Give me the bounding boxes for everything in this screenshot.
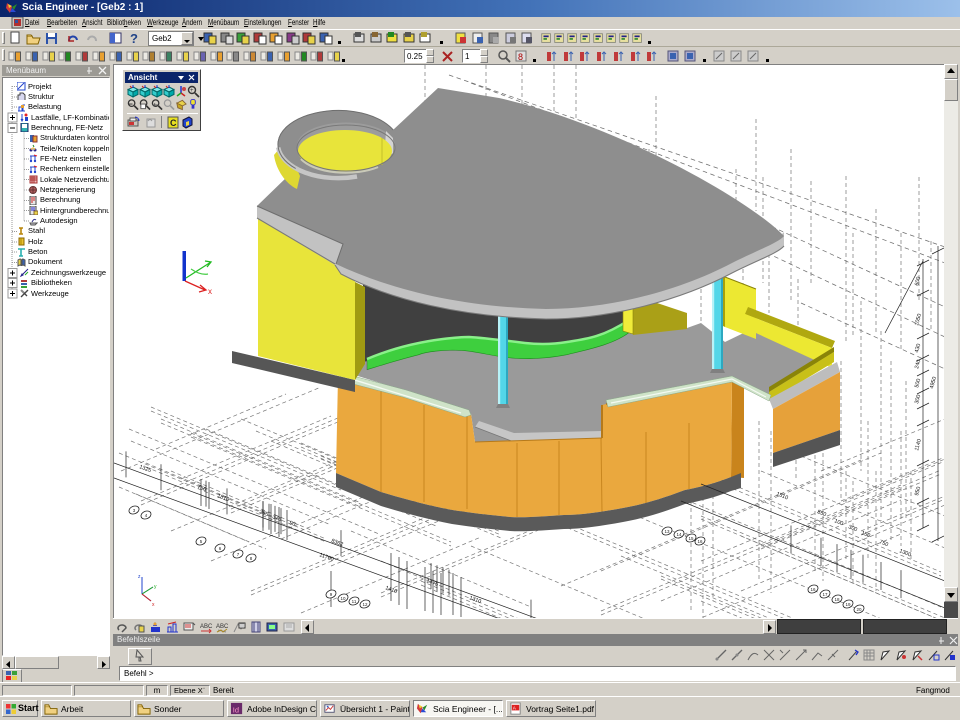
svg-text:x: x — [152, 602, 155, 608]
svg-text:8: 8 — [518, 52, 523, 62]
svg-text:1510: 1510 — [775, 491, 789, 501]
svg-text:500: 500 — [914, 378, 922, 388]
svg-text:Id: Id — [233, 705, 239, 714]
svg-text:750: 750 — [878, 539, 889, 548]
svg-text:18: 18 — [834, 597, 840, 602]
svg-text:950: 950 — [914, 486, 922, 496]
svg-text:x: x — [208, 287, 212, 296]
svg-text:z: z — [138, 574, 141, 580]
svg-text:4950: 4950 — [929, 376, 938, 389]
svg-text:430: 430 — [914, 343, 922, 353]
svg-text:+: + — [190, 88, 194, 94]
svg-text:ABC: ABC — [200, 624, 213, 630]
svg-text:1300: 1300 — [898, 548, 912, 558]
svg-text:13: 13 — [664, 529, 670, 534]
svg-text:15: 15 — [688, 536, 694, 541]
svg-text:19: 19 — [845, 602, 851, 607]
svg-text:20: 20 — [856, 607, 862, 612]
svg-text:y: y — [154, 584, 157, 590]
svg-text:10: 10 — [340, 596, 346, 601]
svg-text:300: 300 — [847, 524, 858, 533]
svg-text:100: 100 — [833, 518, 844, 527]
svg-text:300: 300 — [914, 394, 922, 404]
svg-text:1050: 1050 — [914, 313, 923, 326]
svg-text:?: ? — [130, 31, 138, 46]
svg-text:8362: 8362 — [330, 538, 344, 548]
svg-text:600: 600 — [914, 276, 922, 286]
svg-text:11: 11 — [352, 599, 357, 604]
svg-text:240: 240 — [914, 359, 922, 369]
svg-text:12: 12 — [362, 602, 368, 607]
svg-text:11700: 11700 — [318, 552, 334, 563]
svg-text:16: 16 — [810, 587, 816, 592]
svg-text:16: 16 — [697, 539, 703, 544]
svg-text:1140: 1140 — [914, 439, 923, 452]
svg-text:550: 550 — [816, 509, 827, 518]
svg-text:C: C — [170, 118, 177, 128]
svg-text:17: 17 — [822, 592, 828, 597]
svg-text:14: 14 — [676, 532, 682, 537]
